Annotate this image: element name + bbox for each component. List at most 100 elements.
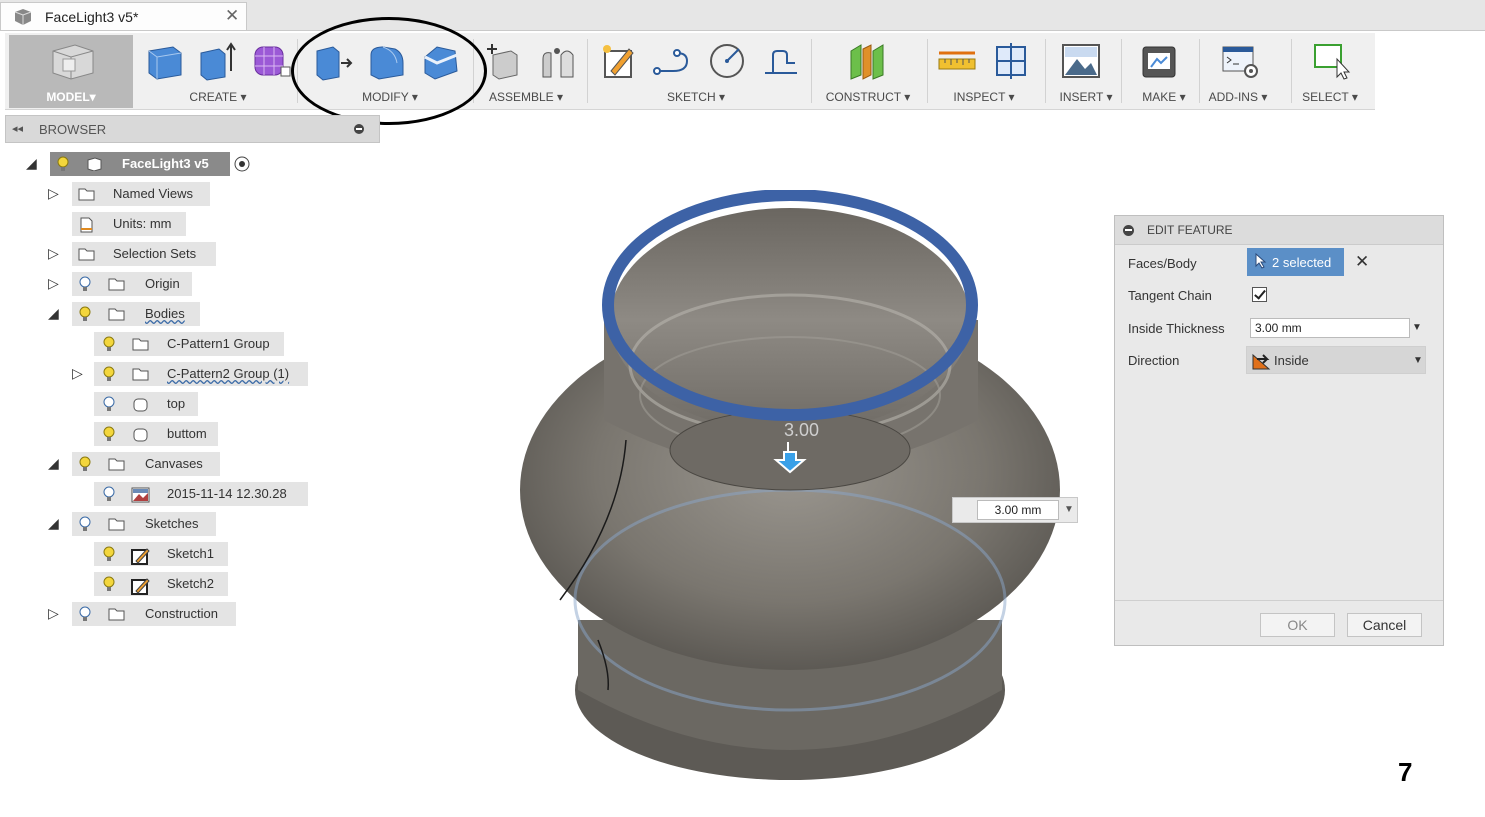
collapse-triangle-icon[interactable]: ◢ [48, 515, 59, 532]
tree-item-canvas-image[interactable]: 2015-11-14 12.30.28 [72, 482, 312, 506]
tangent-chain-label: Tangent Chain [1128, 288, 1212, 303]
ok-button[interactable]: OK [1260, 613, 1335, 637]
panel-title: EDIT FEATURE [1147, 223, 1233, 237]
bulb-icon[interactable] [79, 276, 91, 292]
pin-icon[interactable] [354, 124, 364, 134]
tree-label: C-Pattern2 Group (1) [167, 366, 290, 381]
tree-item-sketches[interactable]: ◢ Sketches [48, 512, 248, 536]
expand-triangle-icon[interactable]: ▷ [48, 185, 59, 202]
chevron-down-icon[interactable]: ▼ [1064, 504, 1074, 515]
addins-menu[interactable]: ADD-INS [1209, 90, 1258, 104]
tree-root[interactable]: ◢ FaceLight3 v5 [26, 152, 266, 176]
tangent-chain-checkbox[interactable] [1252, 287, 1267, 302]
cancel-button[interactable]: Cancel [1347, 613, 1422, 637]
tree-item-origin[interactable]: ▷ Origin [48, 272, 248, 296]
collapse-triangle-icon[interactable]: ◢ [26, 155, 37, 172]
tree-item-selection-sets[interactable]: ▷ Selection Sets [48, 242, 248, 266]
new-component-icon[interactable] [483, 41, 523, 81]
box-icon[interactable] [145, 41, 185, 81]
tree-item-sketch2[interactable]: Sketch2 [72, 572, 272, 596]
direction-value: Inside [1274, 353, 1309, 368]
chevron-down-icon[interactable]: ▼ [1412, 322, 1422, 333]
attached-canvas-icon[interactable] [1061, 41, 1101, 81]
construct-menu[interactable]: CONSTRUCT [826, 90, 901, 104]
dimension-icon[interactable] [761, 41, 801, 81]
panel-header[interactable]: EDIT FEATURE [1115, 216, 1443, 245]
tree-label: Named Views [113, 186, 193, 201]
bulb-icon[interactable] [103, 486, 115, 502]
expand-triangle-icon[interactable]: ▷ [48, 245, 59, 262]
bulb-icon[interactable] [79, 306, 91, 322]
tree-item-bodies[interactable]: ◢ Bodies [48, 302, 248, 326]
create-menu[interactable]: CREATE [189, 90, 237, 104]
extrude-icon[interactable] [197, 41, 237, 81]
line-icon[interactable] [653, 41, 693, 81]
inspect-menu[interactable]: INSPECT [953, 90, 1005, 104]
tree-item-sketch1[interactable]: Sketch1 [72, 542, 272, 566]
bulb-icon[interactable] [57, 156, 69, 172]
tree-item-canvases[interactable]: ◢ Canvases [48, 452, 248, 476]
document-tab[interactable]: FaceLight3 v5* ✕ [0, 2, 247, 30]
folder-icon [108, 277, 125, 291]
dimension-input-box[interactable]: 3.00 mm ▼ [952, 497, 1078, 523]
bulb-icon[interactable] [103, 426, 115, 442]
3d-print-icon[interactable] [1139, 41, 1179, 81]
modify-annotation-ellipse [291, 17, 487, 125]
assemble-menu[interactable]: ASSEMBLE [489, 90, 554, 104]
collapse-triangle-icon[interactable]: ◢ [48, 455, 59, 472]
collapse-icon[interactable]: ◂◂ [12, 122, 23, 135]
bulb-icon[interactable] [79, 606, 91, 622]
select-dropdown-icon: ▾ [1351, 90, 1358, 104]
bulb-icon[interactable] [103, 576, 115, 592]
section-analysis-icon[interactable] [991, 41, 1031, 81]
inspect-dropdown-icon: ▾ [1008, 90, 1015, 104]
collapse-triangle-icon[interactable]: ◢ [48, 305, 59, 322]
circle-icon[interactable] [707, 41, 747, 81]
scripts-addins-icon[interactable] [1221, 41, 1261, 81]
model-bore [610, 208, 970, 432]
form-icon[interactable] [251, 41, 291, 81]
faces-body-label: Faces/Body [1128, 256, 1197, 271]
make-menu[interactable]: MAKE [1142, 90, 1176, 104]
bulb-icon[interactable] [103, 366, 115, 382]
panel-footer: OK Cancel [1115, 600, 1443, 647]
bulb-icon[interactable] [79, 516, 91, 532]
measure-icon[interactable] [937, 41, 977, 81]
bulb-icon[interactable] [103, 546, 115, 562]
activate-radio-icon[interactable] [234, 156, 250, 177]
expand-triangle-icon[interactable]: ▷ [72, 365, 83, 382]
bulb-icon[interactable] [103, 396, 115, 412]
tree-item-construction[interactable]: ▷ Construction [48, 602, 268, 626]
expand-triangle-icon[interactable]: ▷ [48, 605, 59, 622]
tree-item-units[interactable]: Units: mm [48, 212, 248, 236]
offset-plane-icon[interactable] [847, 41, 887, 81]
tree-item-buttom[interactable]: buttom [72, 422, 272, 446]
tree-item-top[interactable]: top [72, 392, 272, 416]
tree-label: Sketch2 [167, 576, 214, 591]
select-icon[interactable] [1311, 41, 1351, 81]
collapse-icon[interactable] [1123, 225, 1134, 236]
bulb-icon[interactable] [103, 336, 115, 352]
bulb-icon[interactable] [79, 456, 91, 472]
tree-item-c-pattern2[interactable]: ▷ C-Pattern2 Group (1) [72, 362, 312, 386]
edit-feature-panel: EDIT FEATURE Faces/Body 2 selected ✕ Tan… [1114, 215, 1444, 646]
browser-header[interactable]: ◂◂ BROWSER [5, 115, 380, 143]
joint-icon[interactable] [537, 41, 577, 81]
tree-item-c-pattern1[interactable]: C-Pattern1 Group [72, 332, 292, 356]
close-icon[interactable]: ✕ [225, 6, 239, 26]
direction-select[interactable]: Inside ▼ [1246, 346, 1426, 374]
create-sketch-icon[interactable] [599, 41, 639, 81]
tree-item-named-views[interactable]: ▷ Named Views [48, 182, 248, 206]
expand-triangle-icon[interactable]: ▷ [48, 275, 59, 292]
insert-menu[interactable]: INSERT [1060, 90, 1104, 104]
clear-selection-icon[interactable]: ✕ [1355, 252, 1369, 272]
faces-body-select-button[interactable]: 2 selected [1247, 248, 1344, 276]
tree-label: Sketch1 [167, 546, 214, 561]
dimension-input[interactable]: 3.00 mm [977, 500, 1059, 520]
document-icon [13, 8, 33, 31]
inside-thickness-input[interactable]: 3.00 mm [1250, 318, 1410, 338]
model-viewport[interactable] [500, 190, 1100, 790]
sketch-menu[interactable]: SKETCH [667, 90, 716, 104]
workspace-switcher[interactable]: MODEL▾ [5, 33, 133, 108]
select-menu[interactable]: SELECT [1302, 90, 1348, 104]
